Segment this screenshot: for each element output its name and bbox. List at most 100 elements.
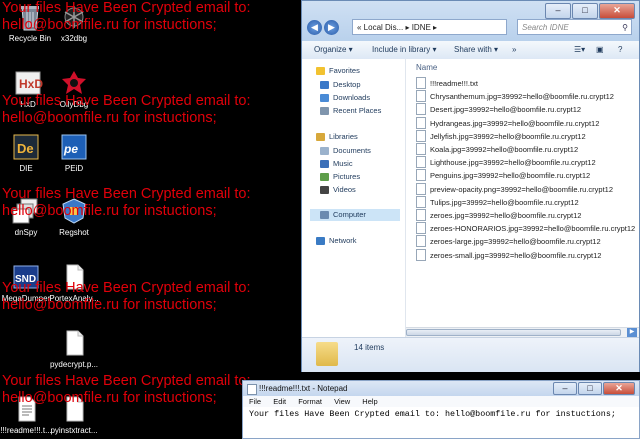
recycle-bin-icon [15, 2, 45, 32]
file-row[interactable]: Jellyfish.jpg=39992=hello@boomfile.ru.cr… [416, 129, 586, 143]
nav-label: Desktop [333, 80, 361, 89]
svg-text:De: De [17, 141, 34, 156]
close-button[interactable]: ✕ [599, 3, 635, 19]
desktop-icon-label: pydecrypt.p... [49, 360, 99, 369]
more-commands-button[interactable]: » [512, 41, 516, 59]
notepad-text-area[interactable]: Your files Have Been Crypted email to: h… [243, 407, 639, 421]
file-name: zeroes-large.jpg=39992=hello@boomfile.ru… [430, 237, 601, 247]
text-file-icon [11, 394, 41, 424]
desktop-icon-x32dbg[interactable]: x32dbg [46, 2, 102, 43]
file-row[interactable]: zeroes.jpg=39992=hello@boomfile.ru.crypt… [416, 209, 581, 222]
file-icon [416, 169, 426, 182]
scrollbar-thumb[interactable] [406, 329, 621, 336]
file-icon [416, 156, 426, 169]
nav-documents[interactable]: Documents [320, 145, 371, 157]
file-name: Lighthouse.jpg=39992=hello@boomfile.ru.c… [430, 158, 596, 168]
forward-button[interactable]: ▶ [324, 20, 339, 35]
nav-network[interactable]: Network [316, 235, 357, 247]
die-icon: De [11, 132, 41, 162]
file-row[interactable]: Chrysanthemum.jpg=39992=hello@boomfile.r… [416, 90, 614, 103]
computer-icon [320, 211, 329, 220]
file-row[interactable]: Desert.jpg=39992=hello@boomfile.ru.crypt… [416, 103, 581, 116]
ollydbg-icon [59, 68, 89, 98]
dnspy-icon [11, 196, 41, 226]
horizontal-scrollbar[interactable]: ▶ [406, 327, 639, 337]
nav-videos[interactable]: Videos [320, 184, 356, 196]
file-icon [416, 222, 426, 235]
document-icon [59, 328, 89, 358]
file-row[interactable]: Lighthouse.jpg=39992=hello@boomfile.ru.c… [416, 156, 596, 169]
desktop-icon-pyinstxtractor[interactable]: pyinstxtract... [46, 394, 102, 435]
libraries-icon [316, 133, 325, 142]
nav-downloads[interactable]: Downloads [320, 92, 370, 104]
minimize-button[interactable]: – [545, 3, 571, 19]
file-row[interactable]: Koala.jpg=39992=hello@boomfile.ru.crypt1… [416, 143, 578, 156]
nav-pictures[interactable]: Pictures [320, 171, 360, 183]
maximize-button[interactable]: □ [572, 3, 598, 19]
minimize-button[interactable]: – [553, 382, 577, 395]
share-with-button[interactable]: Share with ▾ [454, 41, 498, 59]
maximize-button[interactable]: □ [578, 382, 602, 395]
file-name: zeroes-small.jpg=39992=hello@boomfile.ru… [430, 250, 602, 260]
desktop-icon [320, 81, 329, 90]
file-icon [416, 209, 426, 222]
file-row[interactable]: Penguins.jpg=39992=hello@boomfile.ru.cry… [416, 169, 590, 182]
file-icon [416, 143, 426, 156]
svg-text:pe: pe [63, 142, 78, 156]
videos-icon [320, 186, 329, 195]
include-in-library-button[interactable]: Include in library ▾ [372, 41, 437, 59]
desktop-icon-label: OllyDbg [59, 100, 89, 109]
command-bar: Organize ▾ Include in library ▾ Share wi… [302, 41, 639, 60]
document-icon [59, 394, 89, 424]
menu-help[interactable]: Help [362, 397, 377, 406]
help-icon[interactable]: ? [618, 41, 622, 59]
nav-label: Music [333, 159, 353, 168]
desktop-icon-pydecrypt[interactable]: pydecrypt.p... [46, 328, 102, 369]
nav-recent-places[interactable]: Recent Places [320, 105, 381, 117]
menu-view[interactable]: View [334, 397, 350, 406]
file-name: Hydrangeas.jpg=39992=hello@boomfile.ru.c… [430, 118, 600, 128]
view-options-icon[interactable]: ☰▾ [574, 41, 585, 59]
file-row[interactable]: zeroes-small.jpg=39992=hello@boomfile.ru… [416, 248, 602, 262]
desktop-icon-label: Regshot [59, 228, 89, 237]
notepad-menubar: File Edit Format View Help [243, 396, 639, 407]
menu-format[interactable]: Format [298, 397, 322, 406]
preview-pane-icon[interactable]: ▣ [596, 41, 604, 59]
nav-libraries[interactable]: Libraries [316, 131, 358, 143]
file-icon [416, 248, 426, 261]
desktop-icon-peid[interactable]: pe PEiD [46, 132, 102, 173]
address-bar[interactable]: « Local Dis... ▸ IDNE ▸ [352, 19, 507, 35]
menu-edit[interactable]: Edit [273, 397, 286, 406]
desktop-icon-label: PEiD [64, 164, 84, 173]
nav-label: Downloads [333, 93, 371, 102]
desktop-icon-regshot[interactable]: Regshot [46, 196, 102, 237]
desktop-icon-ollydbg[interactable]: OllyDbg [46, 68, 102, 109]
menu-file[interactable]: File [249, 397, 261, 406]
nav-computer[interactable]: Computer [310, 209, 400, 221]
explorer-titlebar: – □ ✕ ◀ ▶ « Local Dis... ▸ IDNE ▸ Search… [302, 1, 639, 41]
file-row[interactable]: !!!readme!!!.txt [416, 77, 478, 90]
scroll-right-arrow[interactable]: ▶ [627, 328, 637, 337]
desktop-icon-portexanalyzer[interactable]: PortexAnaly... [46, 262, 102, 303]
close-button[interactable]: ✕ [603, 382, 635, 395]
nav-desktop[interactable]: Desktop [320, 79, 361, 91]
svg-text:HxD: HxD [19, 77, 43, 91]
column-header-name[interactable]: Name [416, 63, 437, 72]
file-row[interactable]: preview-opacity.png=39992=hello@boomfile… [416, 182, 613, 196]
file-row[interactable]: zeroes-large.jpg=39992=hello@boomfile.ru… [416, 235, 601, 248]
nav-favorites[interactable]: Favorites [316, 65, 360, 77]
nav-label: Videos [333, 185, 356, 194]
network-icon [316, 237, 325, 246]
search-input[interactable]: Search IDNE ⚲ [517, 19, 632, 35]
file-name: Desert.jpg=39992=hello@boomfile.ru.crypt… [430, 105, 582, 115]
file-row[interactable]: Hydrangeas.jpg=39992=hello@boomfile.ru.c… [416, 116, 600, 130]
megadumper-icon: SND [11, 262, 41, 292]
pictures-icon [320, 173, 329, 182]
file-row[interactable]: Tulips.jpg=39992=hello@boomfile.ru.crypt… [416, 195, 579, 209]
music-icon [320, 160, 329, 169]
nav-music[interactable]: Music [320, 158, 353, 170]
file-row[interactable]: zeroes-HONORARIOS.jpg=39992=hello@boomfi… [416, 222, 635, 235]
file-name: zeroes-HONORARIOS.jpg=39992=hello@boomfi… [430, 224, 636, 234]
organize-button[interactable]: Organize ▾ [314, 41, 353, 59]
back-button[interactable]: ◀ [307, 20, 322, 35]
